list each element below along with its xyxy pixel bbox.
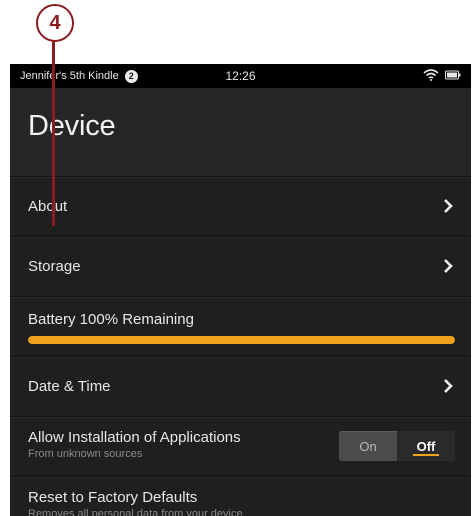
notification-badge[interactable]: 2 xyxy=(124,69,138,83)
row-sublabel-factory-reset: Removes all personal data from your devi… xyxy=(28,508,243,516)
battery-level-bar xyxy=(28,336,455,344)
status-bar[interactable]: Jennifer's 5th Kindle 2 12:26 xyxy=(10,64,471,88)
settings-row-factory-reset[interactable]: Reset to Factory Defaults Removes all pe… xyxy=(10,477,471,516)
settings-header: Device xyxy=(10,88,471,177)
settings-row-battery: Battery 100% Remaining xyxy=(10,297,471,357)
toggle-on-option[interactable]: On xyxy=(339,431,397,461)
settings-row-install-apps: Allow Installation of Applications From … xyxy=(10,417,471,477)
callout-number: 4 xyxy=(49,11,61,34)
status-right xyxy=(423,68,461,84)
settings-row-date-time[interactable]: Date & Time xyxy=(10,357,471,417)
device-name: Jennifer's 5th Kindle xyxy=(20,70,119,82)
battery-level-fill xyxy=(28,336,455,344)
page-title: Device xyxy=(28,110,116,142)
row-label-battery: Battery 100% Remaining xyxy=(28,311,194,328)
settings-row-storage[interactable]: Storage xyxy=(10,237,471,297)
device-screen: Jennifer's 5th Kindle 2 12:26 Device Abo… xyxy=(10,64,471,516)
install-apps-toggle[interactable]: On Off xyxy=(339,431,455,461)
status-left: Jennifer's 5th Kindle 2 xyxy=(20,69,138,83)
callout-pointer-line xyxy=(52,40,55,226)
chevron-right-icon xyxy=(439,257,457,275)
row-sublabel-install-apps: From unknown sources xyxy=(28,448,143,460)
row-label-date-time: Date & Time xyxy=(28,378,111,395)
wifi-icon xyxy=(423,68,439,84)
row-label-about: About xyxy=(28,198,68,215)
status-time: 12:26 xyxy=(225,69,256,83)
settings-row-about[interactable]: About xyxy=(10,177,471,237)
chevron-right-icon xyxy=(439,197,457,215)
battery-icon xyxy=(445,70,461,83)
row-label-factory-reset: Reset to Factory Defaults xyxy=(28,489,198,506)
chevron-right-icon xyxy=(439,377,457,395)
callout-badge: 4 xyxy=(36,4,74,42)
toggle-off-option[interactable]: Off xyxy=(397,431,455,461)
row-label-storage: Storage xyxy=(28,258,81,275)
row-label-install-apps: Allow Installation of Applications xyxy=(28,429,241,446)
